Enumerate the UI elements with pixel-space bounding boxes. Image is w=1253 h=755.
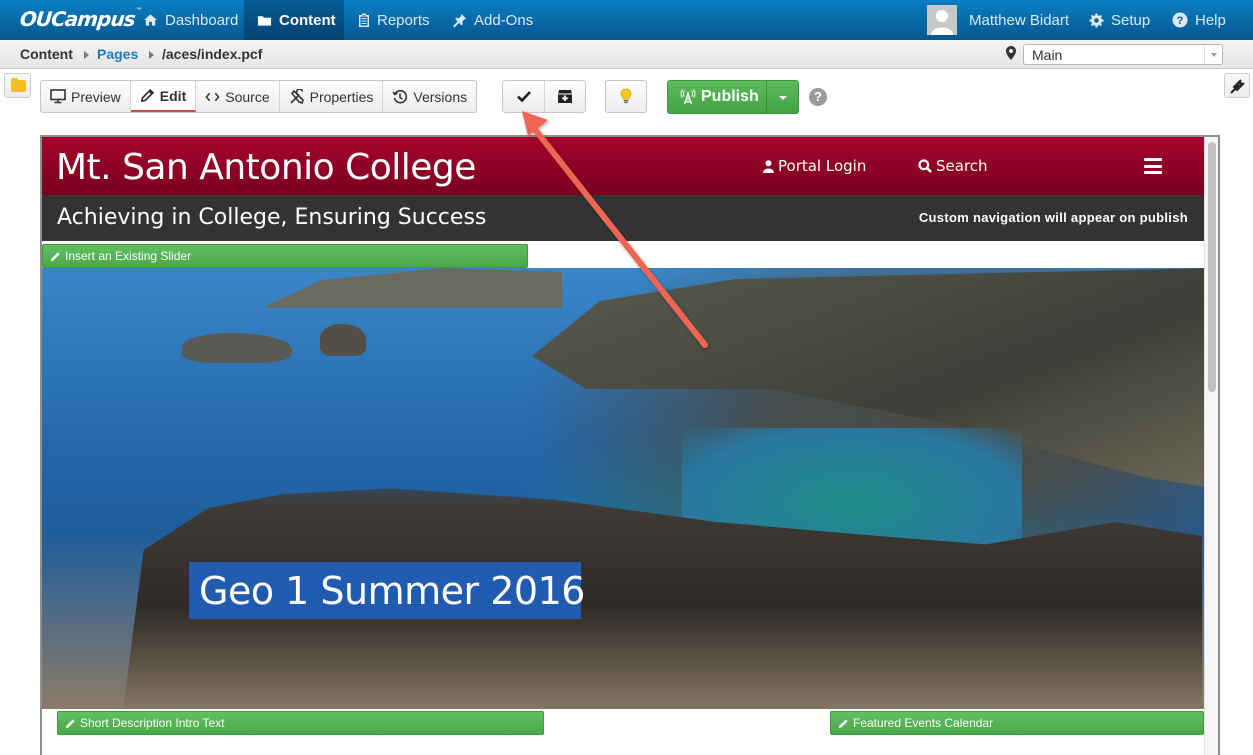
tab-properties[interactable]: Properties	[280, 81, 384, 112]
publish-split-button: Publish	[667, 80, 799, 114]
save-version-button[interactable]	[545, 81, 585, 112]
site-subheader: Achieving in College, Ensuring Success C…	[42, 195, 1204, 241]
hero-bg-shape	[320, 324, 366, 356]
help-symbol: ?	[814, 89, 822, 104]
insert-slider-region-button[interactable]: Insert an Existing Slider	[42, 244, 528, 268]
nav-add-ons[interactable]: Add-Ons	[452, 0, 533, 40]
nav-reports[interactable]: Reports	[358, 0, 430, 40]
breadcrumb-separator-icon	[84, 51, 89, 59]
nav-dashboard[interactable]: Dashboard	[143, 0, 238, 40]
user-silhouette-icon	[931, 10, 953, 35]
site-title: Mt. San Antonio College	[56, 147, 476, 188]
page-action-group	[502, 80, 586, 113]
lightbulb-icon	[620, 88, 632, 103]
plugin-connect-button[interactable]	[1224, 73, 1250, 98]
search-icon	[918, 159, 932, 173]
checkmark-icon	[516, 91, 531, 103]
tab-versions-label: Versions	[413, 88, 468, 105]
hero-bg-shape	[262, 268, 562, 308]
check-in-button[interactable]	[503, 81, 545, 112]
tab-versions[interactable]: Versions	[383, 81, 476, 112]
tab-properties-label: Properties	[309, 88, 374, 105]
custom-navigation-note: Custom navigation will appear on publish	[918, 210, 1188, 225]
view-mode-tabs: Preview Edit Source Properties Versions	[40, 80, 478, 113]
intro-text-region-button[interactable]: Short Description Intro Text	[57, 711, 544, 735]
help-circle-icon: ?	[1172, 12, 1188, 28]
pushpin-icon	[453, 13, 467, 27]
tab-edit-label: Edit	[159, 87, 187, 104]
site-search-link[interactable]: Search	[918, 157, 988, 175]
site-tagline: Achieving in College, Ensuring Success	[57, 205, 487, 230]
tab-source[interactable]: Source	[196, 81, 280, 112]
nav-help-label: Help	[1195, 11, 1226, 29]
spellcheck-group	[605, 80, 647, 113]
user-name: Matthew Bidart	[969, 11, 1070, 29]
plug-icon	[1230, 79, 1245, 94]
breadcrumb-content[interactable]: Content	[20, 46, 73, 62]
nav-content-label: Content	[279, 11, 336, 29]
nav-help[interactable]: ? Help	[1172, 0, 1226, 40]
code-icon	[205, 92, 220, 101]
monitor-icon	[50, 89, 66, 104]
breadcrumb-current-file: /aces/index.pcf	[162, 46, 263, 62]
question-circle-icon[interactable]: ?	[809, 88, 827, 106]
hamburger-menu-icon[interactable]	[1144, 158, 1162, 174]
hero-caption: Geo 1 Summer 2016	[189, 562, 585, 619]
user-menu[interactable]: Matthew Bidart	[969, 0, 1069, 40]
nav-setup[interactable]: Setup	[1089, 0, 1150, 40]
tab-preview[interactable]: Preview	[41, 81, 131, 112]
folder-icon	[257, 15, 272, 26]
history-icon	[392, 89, 408, 103]
portal-login-link[interactable]: Portal Login	[763, 157, 866, 175]
publish-button[interactable]: Publish	[668, 81, 767, 113]
nav-setup-label: Setup	[1111, 11, 1151, 29]
archive-download-icon	[558, 90, 572, 103]
ou-campus-logo[interactable]: OUCampus™	[19, 7, 141, 31]
nav-reports-label: Reports	[377, 11, 430, 29]
preview-scrollbar[interactable]	[1204, 137, 1218, 755]
chevron-down-icon	[1204, 45, 1222, 64]
insert-slider-label: Insert an Existing Slider	[65, 249, 192, 263]
hero-bg-shape	[182, 333, 292, 363]
tab-edit[interactable]: Edit	[130, 81, 197, 112]
user-icon	[763, 159, 774, 173]
page-editor-frame: Mt. San Antonio College Portal Login Sea…	[40, 135, 1220, 755]
file-browser-toggle-button[interactable]	[4, 73, 31, 98]
nav-dashboard-label: Dashboard	[165, 11, 239, 29]
events-calendar-label: Featured Events Calendar	[853, 716, 994, 730]
publish-options-dropdown[interactable]	[767, 81, 798, 113]
suggestions-lightbulb-button[interactable]	[606, 81, 646, 112]
map-marker-icon	[1006, 46, 1016, 60]
pencil-icon	[50, 251, 60, 261]
events-calendar-region-button[interactable]: Featured Events Calendar	[830, 711, 1204, 735]
tools-icon	[290, 88, 304, 104]
intro-text-label: Short Description Intro Text	[80, 716, 225, 730]
broadcast-tower-icon	[680, 89, 696, 105]
site-header: Mt. San Antonio College Portal Login Sea…	[42, 137, 1204, 195]
publish-label: Publish	[701, 88, 759, 105]
environment-select[interactable]: Main	[1023, 44, 1223, 65]
top-navigation-bar: OUCampus™ Dashboard Content Reports Add-…	[0, 0, 1253, 40]
logo-text: OUCampus	[18, 7, 136, 31]
pencil-icon	[65, 718, 75, 728]
pencil-icon	[140, 88, 154, 103]
hero-slider-image: Geo 1 Summer 2016	[42, 268, 1204, 709]
svg-text:?: ?	[1177, 15, 1184, 27]
tab-source-label: Source	[225, 88, 270, 105]
folder-icon	[11, 78, 26, 92]
scrollbar-thumb[interactable]	[1208, 142, 1216, 392]
clipboard-icon	[359, 13, 369, 27]
user-avatar[interactable]	[927, 5, 957, 35]
portal-login-label: Portal Login	[778, 157, 867, 175]
breadcrumb-separator-icon	[149, 51, 154, 59]
pencil-icon	[838, 718, 848, 728]
nav-content[interactable]: Content	[244, 0, 344, 40]
site-search-label: Search	[936, 157, 988, 175]
tab-preview-label: Preview	[71, 88, 121, 105]
breadcrumb-pages[interactable]: Pages	[97, 46, 138, 62]
home-icon	[143, 14, 158, 26]
gear-icon	[1089, 12, 1104, 28]
environment-selected-value: Main	[1032, 47, 1063, 63]
nav-add-ons-label: Add-Ons	[474, 11, 534, 29]
